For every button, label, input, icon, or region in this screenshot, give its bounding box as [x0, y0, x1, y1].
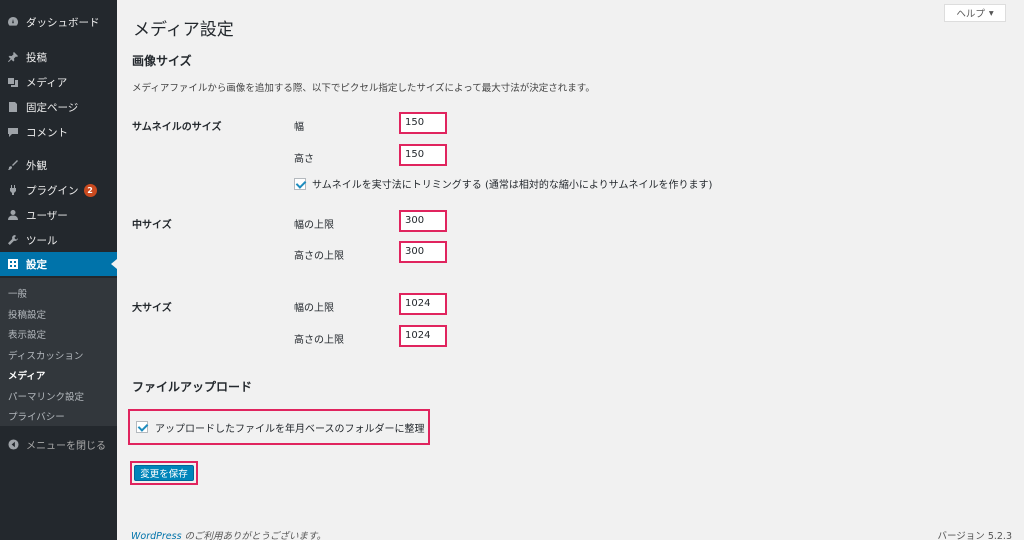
footer-version: バージョン 5.2.3 [937, 531, 1012, 540]
thumbnail-size-label: サムネイルのサイズ [132, 122, 222, 133]
comment-icon [0, 126, 26, 138]
admin-sidebar: ダッシュボード 投稿 メディア 固定ページ コメント 外観 プラグイン 2 ユー… [0, 0, 117, 540]
menu-media[interactable]: メディア [0, 70, 117, 94]
footer-thanks-text: のご利用ありがとうございます。 [181, 531, 327, 540]
menu-label: 固定ページ [26, 101, 79, 114]
menu-label: コメント [26, 126, 68, 139]
large-width-label: 幅の上限 [294, 303, 334, 314]
menu-label: ダッシュボード [26, 16, 100, 29]
organize-uploads-row: アップロードしたファイルを年月ベースのフォルダーに整理 [128, 409, 430, 445]
dashboard-icon [0, 16, 26, 28]
menu-settings[interactable]: 設定 [0, 252, 117, 276]
menu-pages[interactable]: 固定ページ [0, 95, 117, 119]
thumbnail-width-label: 幅 [294, 122, 304, 133]
menu-tools[interactable]: ツール [0, 228, 117, 252]
collapse-menu-button[interactable]: メニューを閉じる [0, 433, 117, 455]
large-height-input[interactable]: 1024 [399, 325, 447, 347]
settings-icon [0, 258, 26, 270]
medium-size-label: 中サイズ [132, 220, 172, 231]
thumbnail-height-input[interactable]: 150 [399, 144, 447, 166]
thumbnail-crop-row: サムネイルを実寸法にトリミングする (通常は相対的な縮小によりサムネイルを作りま… [294, 176, 712, 191]
footer-thanks: WordPress のご利用ありがとうございます。 [131, 528, 326, 540]
menu-label: ツール [26, 234, 58, 247]
menu-dashboard[interactable]: ダッシュボード [0, 10, 117, 34]
page-title: メディア設定 [133, 20, 234, 40]
menu-label: 外観 [26, 159, 47, 172]
submenu-writing[interactable]: 投稿設定 [8, 307, 46, 321]
medium-width-input[interactable]: 300 [399, 210, 447, 232]
medium-height-input[interactable]: 300 [399, 241, 447, 263]
help-tab[interactable]: ヘルプ ▾ [944, 4, 1006, 22]
image-sizes-description: メディアファイルから画像を追加する際、以下でピクセル指定したサイズによって最大寸… [132, 83, 595, 94]
save-changes-button[interactable]: 変更を保存 [134, 465, 194, 481]
medium-height-label: 高さの上限 [294, 251, 344, 262]
collapse-arrow-icon [0, 438, 26, 450]
save-button-highlight: 変更を保存 [130, 461, 198, 485]
brush-icon [0, 159, 26, 171]
uploads-heading: ファイルアップロード [132, 380, 253, 394]
medium-width-label: 幅の上限 [294, 220, 334, 231]
menu-label: 設定 [26, 258, 47, 271]
help-label: ヘルプ [956, 9, 985, 20]
organize-uploads-label: アップロードしたファイルを年月ベースのフォルダーに整理 [155, 423, 425, 435]
submenu-discussion[interactable]: ディスカッション [8, 348, 83, 362]
menu-label: ユーザー [26, 209, 68, 222]
menu-users[interactable]: ユーザー [0, 203, 117, 227]
submenu-permalinks[interactable]: パーマリンク設定 [8, 389, 84, 403]
large-size-label: 大サイズ [132, 303, 172, 314]
thumbnail-height-label: 高さ [294, 154, 314, 165]
user-icon [0, 209, 26, 221]
wordpress-link[interactable]: WordPress [131, 531, 182, 540]
organize-uploads-checkbox[interactable] [136, 421, 148, 433]
plugin-icon [0, 184, 26, 196]
page-icon [0, 101, 26, 113]
submenu-privacy[interactable]: プライバシー [8, 409, 65, 423]
large-width-input[interactable]: 1024 [399, 293, 447, 315]
submenu-general[interactable]: 一般 [8, 286, 27, 300]
media-icon [0, 76, 26, 88]
thumbnail-crop-label: サムネイルを実寸法にトリミングする (通常は相対的な縮小によりサムネイルを作りま… [312, 180, 713, 191]
thumbnail-width-input[interactable]: 150 [399, 112, 447, 134]
caret-down-icon: ▾ [988, 7, 994, 19]
pin-icon [0, 51, 26, 63]
menu-label: プラグイン [26, 184, 79, 197]
settings-submenu: 一般 投稿設定 表示設定 ディスカッション メディア パーマリンク設定 プライバ… [0, 278, 117, 426]
menu-comments[interactable]: コメント [0, 120, 117, 144]
menu-label: メディア [26, 76, 68, 89]
submenu-reading[interactable]: 表示設定 [8, 327, 46, 341]
image-sizes-heading: 画像サイズ [132, 54, 192, 68]
wrench-icon [0, 234, 26, 246]
menu-plugins[interactable]: プラグイン 2 [0, 178, 117, 202]
update-count-badge: 2 [83, 183, 97, 197]
menu-posts[interactable]: 投稿 [0, 45, 117, 69]
menu-label: 投稿 [26, 51, 47, 64]
large-height-label: 高さの上限 [294, 335, 344, 346]
main-content: ヘルプ ▾ メディア設定 画像サイズ メディアファイルから画像を追加する際、以下… [117, 0, 1024, 540]
menu-appearance[interactable]: 外観 [0, 153, 117, 177]
thumbnail-crop-checkbox[interactable] [294, 177, 306, 190]
submenu-media[interactable]: メディア [8, 368, 45, 382]
collapse-label: メニューを閉じる [26, 440, 106, 452]
